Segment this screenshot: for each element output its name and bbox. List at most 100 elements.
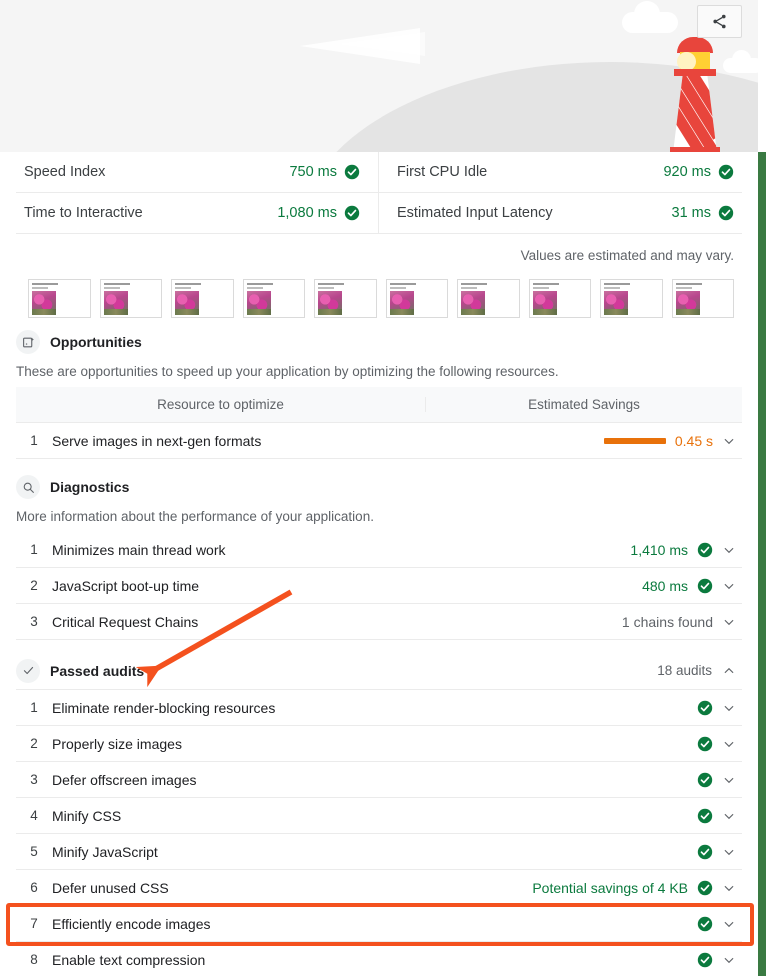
- table-row[interactable]: 1 Minimizes main thread work 1,410 ms: [16, 532, 742, 568]
- table-row[interactable]: 1 Serve images in next-gen formats 0.45 …: [16, 423, 742, 459]
- passed-audits-header[interactable]: Passed audits 18 audits: [16, 652, 742, 690]
- share-button[interactable]: [697, 5, 742, 38]
- column-header-savings: Estimated Savings: [528, 397, 640, 412]
- lighthouse-icon: [663, 35, 727, 152]
- row-value-group: 480 ms: [642, 578, 742, 594]
- page-edge-strip-top: [758, 0, 766, 152]
- chevron-down-icon[interactable]: [722, 615, 736, 629]
- metric-value-group: 1,080 ms: [277, 205, 360, 221]
- share-icon: [713, 14, 726, 29]
- pass-check-icon: [697, 880, 713, 895]
- table-row[interactable]: 5 Minify JavaScript: [16, 834, 742, 870]
- metric-value: 750 ms: [289, 164, 337, 180]
- lighthouse-tower: [673, 75, 717, 152]
- chevron-down-icon[interactable]: [722, 809, 736, 823]
- table-row[interactable]: 2 Properly size images: [16, 726, 742, 762]
- row-value: 0.45 s: [674, 432, 713, 449]
- chevron-down-icon[interactable]: [722, 773, 736, 787]
- pass-check-icon: [344, 164, 360, 180]
- row-index: 1: [30, 700, 38, 715]
- table-row[interactable]: 8 Enable text compression: [16, 942, 742, 976]
- pass-check-icon: [718, 164, 734, 180]
- row-value-group: [688, 952, 742, 968]
- chevron-down-icon[interactable]: [722, 953, 736, 967]
- metric-label: Time to Interactive: [24, 205, 143, 221]
- pass-check-icon: [344, 205, 360, 221]
- row-title: Minify CSS: [52, 807, 122, 824]
- row-title: Defer offscreen images: [52, 771, 197, 788]
- metric-label: Estimated Input Latency: [397, 205, 553, 221]
- row-index: 3: [30, 772, 38, 787]
- pass-check-icon: [697, 578, 713, 593]
- row-index: 6: [30, 880, 38, 895]
- metric-label: Speed Index: [24, 164, 106, 180]
- row-title: Properly size images: [52, 735, 182, 752]
- row-value: 480 ms: [642, 577, 688, 594]
- row-value-group: [688, 700, 742, 716]
- chevron-down-icon[interactable]: [722, 845, 736, 859]
- diagnostics-header: Diagnostics: [0, 469, 758, 499]
- chevron-down-icon[interactable]: [722, 737, 736, 751]
- table-row[interactable]: 1 Eliminate render-blocking resources: [16, 690, 742, 726]
- lighthouse-roof: [677, 37, 713, 53]
- diagnostics-description: More information about the performance o…: [16, 509, 374, 524]
- metrics-disclaimer: Values are estimated and may vary.: [520, 248, 734, 263]
- filmstrip-frame: [242, 279, 305, 318]
- row-title: Serve images in next-gen formats: [52, 432, 262, 449]
- chevron-down-icon[interactable]: [722, 543, 736, 557]
- metric-time-to-interactive[interactable]: Time to Interactive 1,080 ms: [16, 193, 379, 234]
- chevron-down-icon[interactable]: [722, 579, 736, 593]
- row-value-group: [688, 736, 742, 752]
- annotation-highlight-box: [6, 903, 754, 946]
- row-value-group: [688, 844, 742, 860]
- filmstrip-frame: [171, 279, 234, 318]
- opportunities-table: Resource to optimize Estimated Savings 1…: [16, 387, 742, 459]
- search-icon: [16, 475, 40, 499]
- chevron-down-icon[interactable]: [722, 881, 736, 895]
- table-row[interactable]: 3 Defer offscreen images: [16, 762, 742, 798]
- row-value-group: Potential savings of 4 KB: [532, 880, 742, 896]
- row-value: 1,410 ms: [630, 541, 688, 558]
- report-hero-header: [0, 0, 758, 152]
- diagnostics-title: Diagnostics: [50, 479, 130, 495]
- opportunities-title: Opportunities: [50, 334, 142, 350]
- cloud-icon: [622, 1, 678, 33]
- metric-value: 31 ms: [671, 205, 712, 221]
- row-index: 5: [30, 844, 38, 859]
- table-row[interactable]: 6 Defer unused CSS Potential savings of …: [16, 870, 742, 906]
- row-index: 1: [30, 433, 38, 448]
- metric-value-group: 31 ms: [672, 205, 735, 221]
- filmstrip-frame: [528, 279, 591, 318]
- row-value-group: 1,410 ms: [630, 542, 742, 558]
- chevron-down-icon[interactable]: [722, 434, 736, 448]
- row-index: 2: [30, 736, 38, 751]
- metric-value: 920 ms: [663, 164, 711, 180]
- savings-bar: [603, 437, 666, 444]
- filmstrip-frame: [671, 279, 734, 318]
- table-row[interactable]: 3 Critical Request Chains 1 chains found: [16, 604, 742, 640]
- row-title: Eliminate render-blocking resources: [52, 699, 276, 716]
- metric-first-cpu-idle[interactable]: First CPU Idle 920 ms: [379, 152, 742, 193]
- table-row[interactable]: 4 Minify CSS: [16, 798, 742, 834]
- chevron-up-icon[interactable]: [722, 664, 736, 678]
- row-title: Minify JavaScript: [52, 843, 158, 860]
- row-title: Enable text compression: [52, 951, 206, 968]
- pass-check-icon: [718, 205, 734, 221]
- row-index: 8: [30, 952, 38, 967]
- pass-check-icon: [697, 952, 713, 967]
- row-title: Critical Request Chains: [52, 613, 199, 630]
- pass-check-icon: [697, 700, 713, 715]
- row-value: Potential savings of 4 KB: [532, 879, 688, 896]
- row-value-group: [688, 808, 742, 824]
- filmstrip-frame: [385, 279, 448, 318]
- lighthouse-gallery: [674, 69, 716, 76]
- metric-estimated-input-latency[interactable]: Estimated Input Latency 31 ms: [379, 193, 742, 234]
- metric-speed-index[interactable]: Speed Index 750 ms: [16, 152, 379, 193]
- passed-audits-count: 18 audits: [657, 663, 712, 678]
- pass-check-icon: [697, 772, 713, 787]
- table-row[interactable]: 2 JavaScript boot-up time 480 ms: [16, 568, 742, 604]
- row-index: 2: [30, 578, 38, 593]
- chevron-down-icon[interactable]: [722, 701, 736, 715]
- table-header-row: Resource to optimize Estimated Savings: [16, 387, 742, 423]
- lighthouse-report: Speed Index 750 ms First CPU Idle 920 ms: [0, 0, 766, 976]
